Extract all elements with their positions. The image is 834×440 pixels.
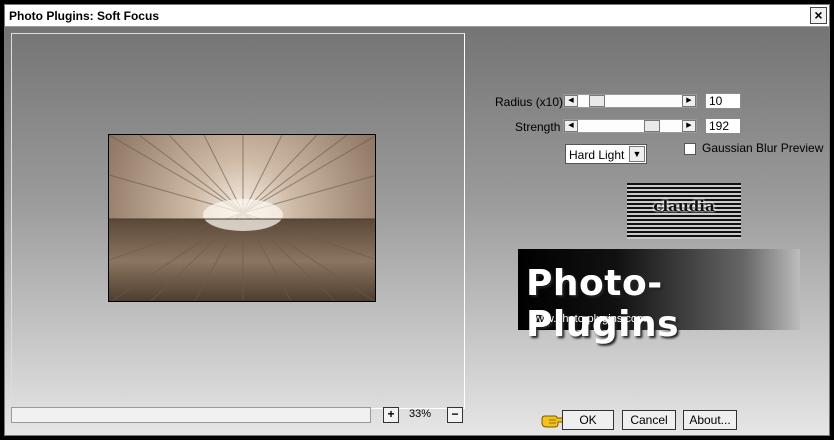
radius-label: Radius (x10)	[495, 95, 564, 109]
preview-panel	[11, 33, 465, 409]
arrow-right-icon[interactable]: ▶	[682, 120, 696, 132]
radius-slider-thumb[interactable]	[589, 95, 605, 107]
window-title: Photo Plugins: Soft Focus	[9, 9, 159, 23]
arrow-left-icon[interactable]: ◀	[564, 95, 578, 107]
photo-plugins-banner: Photo-Plugins www.photo-plugins.com	[518, 249, 800, 345]
close-icon: ×	[814, 7, 823, 23]
plugin-dialog: Photo Plugins: Soft Focus × + 33% − Radi…	[0, 0, 834, 440]
strength-slider[interactable]: ◀ ▶	[563, 119, 697, 133]
banner-title: Photo-Plugins	[526, 263, 680, 345]
status-bar	[11, 407, 371, 423]
dialog-frame: Photo Plugins: Soft Focus × + 33% − Radi…	[4, 4, 830, 436]
zoom-level: 33%	[409, 408, 432, 420]
ok-button[interactable]: OK	[562, 410, 614, 430]
arrow-left-icon[interactable]: ◀	[564, 120, 578, 132]
strength-label: Strength	[515, 120, 561, 134]
about-button[interactable]: About...	[683, 410, 737, 430]
soft-focus-preview	[109, 135, 375, 301]
blend-mode-value: Hard Light	[569, 148, 625, 162]
gaussian-preview-checkbox[interactable]	[684, 143, 696, 155]
claudia-logo: claudia	[627, 183, 741, 239]
logo-text: claudia	[653, 197, 715, 215]
zoom-in-button[interactable]: +	[383, 407, 399, 423]
blend-mode-select[interactable]: Hard Light ▼	[565, 144, 647, 164]
chevron-down-icon[interactable]: ▼	[629, 146, 645, 162]
title-bar: Photo Plugins: Soft Focus ×	[5, 5, 829, 27]
preview-image	[108, 134, 376, 302]
radius-input[interactable]: 10	[705, 93, 741, 109]
cancel-button[interactable]: Cancel	[622, 410, 676, 430]
arrow-right-icon[interactable]: ▶	[682, 95, 696, 107]
close-button[interactable]: ×	[810, 7, 827, 24]
radius-slider[interactable]: ◀ ▶	[563, 94, 697, 108]
strength-slider-thumb[interactable]	[644, 120, 660, 132]
gaussian-preview-label: Gaussian Blur Preview	[702, 141, 824, 155]
banner-url: www.photo-plugins.com	[530, 313, 647, 325]
zoom-out-button[interactable]: −	[447, 407, 463, 423]
strength-input[interactable]: 192	[705, 118, 741, 134]
